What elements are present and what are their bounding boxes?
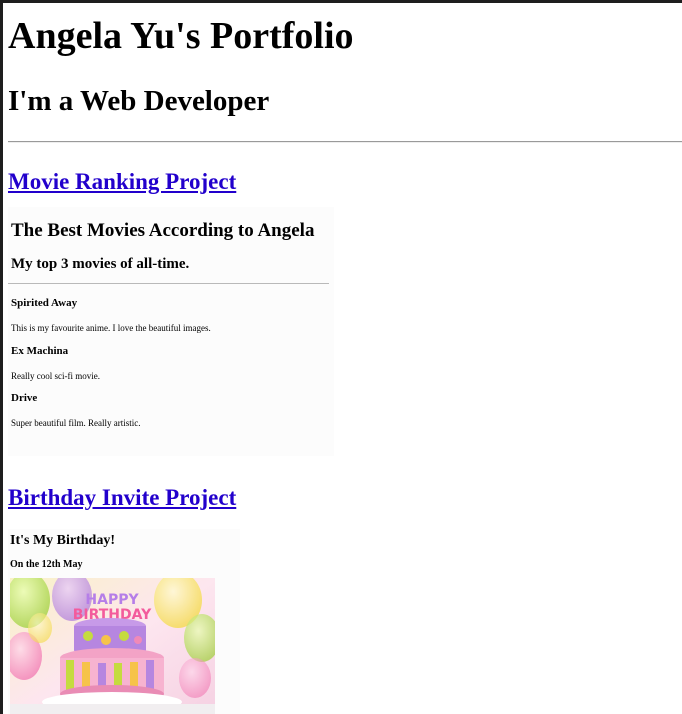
page-title: Angela Yu's Portfolio: [8, 15, 354, 57]
page-subtitle: I'm a Web Developer: [8, 85, 270, 117]
birthday-invite-project-link[interactable]: Birthday Invite Project: [8, 486, 236, 509]
movie-title: Drive: [11, 392, 38, 404]
birthday-heading: It's My Birthday!: [10, 533, 115, 548]
movie-title: Ex Machina: [11, 345, 69, 357]
movie-page-heading: The Best Movies According to Angela: [11, 220, 315, 241]
birthday-invite-preview-iframe[interactable]: It's My Birthday! On the 12th May HAPPY …: [8, 529, 240, 714]
divider: [8, 141, 682, 143]
movie-title: Spirited Away: [11, 297, 78, 309]
movie-ranking-project-link[interactable]: Movie Ranking Project: [8, 170, 236, 193]
movie-page-subheading: My top 3 movies of all-time.: [11, 256, 190, 272]
movie-description: Super beautiful film. Really artistic.: [11, 418, 141, 428]
birthday-date: On the 12th May: [10, 559, 83, 570]
browser-viewport: Angela Yu's Portfolio I'm a Web Develope…: [3, 3, 682, 714]
movie-page-divider: [8, 283, 329, 284]
movie-description: Really cool sci-fi movie.: [11, 371, 100, 381]
movie-ranking-preview-iframe[interactable]: The Best Movies According to Angela My t…: [8, 207, 334, 456]
birthday-cake-image: HAPPY BIRTHDAY: [10, 578, 215, 714]
movie-description: This is my favourite anime. I love the b…: [11, 323, 211, 333]
svg-text:HAPPY: HAPPY: [85, 592, 139, 608]
